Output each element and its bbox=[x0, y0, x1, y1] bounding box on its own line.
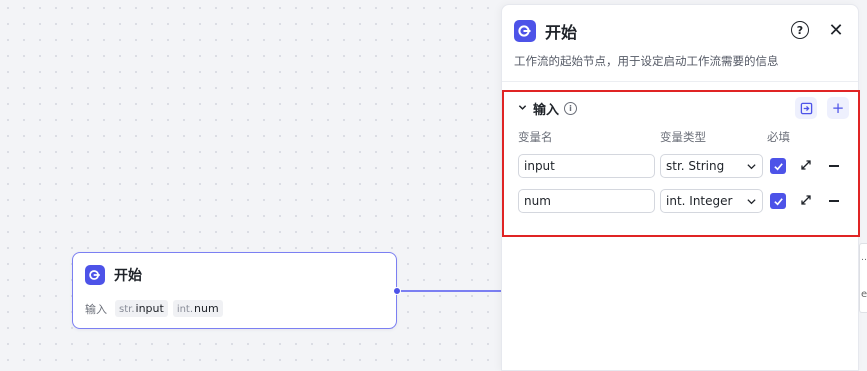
add-variable-button[interactable]: + bbox=[827, 97, 849, 119]
input-chip: int. num bbox=[172, 300, 223, 317]
variable-name-input[interactable] bbox=[518, 189, 655, 213]
import-button[interactable] bbox=[795, 97, 817, 119]
column-header-name: 变量名 bbox=[518, 130, 553, 144]
output-port[interactable] bbox=[393, 287, 401, 295]
panel-description: 工作流的起始节点，用于设定启动工作流需要的信息 bbox=[514, 54, 779, 68]
side-more[interactable]: … bbox=[861, 253, 867, 263]
input-chip: str. input bbox=[115, 300, 168, 317]
node-inputs: 输入 str. input int. num bbox=[85, 300, 223, 317]
variable-type-value: int. Integer bbox=[666, 194, 733, 208]
required-checkbox[interactable] bbox=[770, 193, 786, 209]
required-checkbox[interactable] bbox=[770, 158, 786, 174]
start-node-icon bbox=[85, 265, 105, 285]
input-section: 输入 i + 变量名 变量类型 必填 str. String bbox=[502, 90, 860, 237]
help-icon[interactable]: ? bbox=[791, 21, 809, 39]
expand-icon[interactable] bbox=[799, 193, 813, 207]
section-title: 输入 bbox=[533, 103, 560, 118]
import-icon bbox=[800, 102, 812, 114]
info-icon[interactable]: i bbox=[564, 102, 578, 115]
chip-type: str. bbox=[119, 304, 135, 315]
variable-row: int. Integer bbox=[504, 189, 858, 213]
panel-header: 开始 bbox=[514, 19, 577, 43]
chip-type: int. bbox=[176, 304, 194, 315]
remove-variable-button[interactable] bbox=[827, 154, 841, 178]
minus-icon bbox=[829, 165, 839, 167]
column-header-type: 变量类型 bbox=[660, 130, 706, 144]
variable-type-value: str. String bbox=[666, 159, 725, 173]
side-label: e bbox=[861, 289, 867, 300]
divider bbox=[502, 81, 858, 82]
variable-type-select[interactable]: int. Integer bbox=[660, 189, 763, 213]
variable-name-input[interactable] bbox=[518, 154, 655, 178]
panel-title: 开始 bbox=[545, 23, 578, 42]
minus-icon bbox=[829, 200, 839, 202]
node-header: 开始 bbox=[85, 265, 142, 285]
start-node-icon bbox=[514, 20, 536, 42]
connection-edge bbox=[400, 290, 501, 292]
chip-name: num bbox=[194, 302, 219, 315]
chevron-down-icon[interactable] bbox=[516, 103, 528, 115]
node-inputs-label: 输入 bbox=[85, 302, 107, 316]
close-icon[interactable]: ✕ bbox=[826, 20, 846, 41]
check-icon bbox=[773, 197, 783, 205]
variable-type-select[interactable]: str. String bbox=[660, 154, 763, 178]
node-settings-panel: 开始 ? ✕ 工作流的起始节点，用于设定启动工作流需要的信息 输入 i + 变量… bbox=[501, 4, 860, 371]
start-node[interactable]: 开始 输入 str. input int. num bbox=[72, 252, 397, 329]
column-header-required: 必填 bbox=[767, 130, 790, 144]
check-icon bbox=[773, 162, 783, 170]
node-title: 开始 bbox=[114, 268, 142, 284]
expand-icon[interactable] bbox=[799, 158, 813, 172]
chip-name: input bbox=[135, 302, 164, 315]
remove-variable-button[interactable] bbox=[827, 189, 841, 213]
chevron-down-icon bbox=[746, 196, 757, 207]
variable-row: str. String bbox=[504, 154, 858, 178]
chevron-down-icon bbox=[746, 161, 757, 172]
section-header[interactable]: 输入 i bbox=[516, 99, 578, 118]
